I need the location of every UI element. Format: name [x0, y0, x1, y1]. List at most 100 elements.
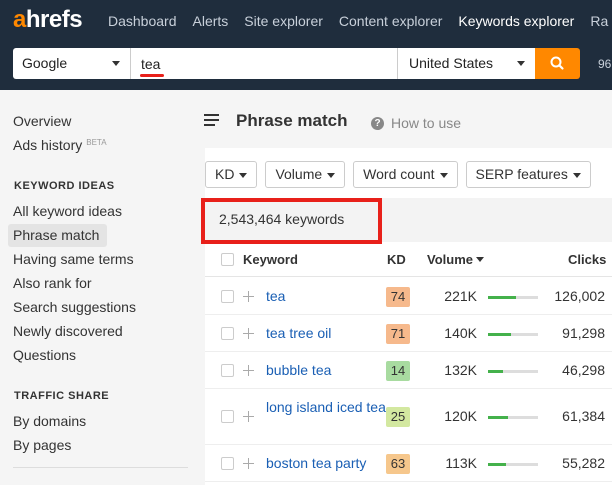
volume-bar — [488, 296, 538, 299]
row-checkbox[interactable] — [221, 290, 234, 303]
kd-badge: 25 — [386, 407, 410, 427]
search-icon — [550, 56, 564, 70]
row-checkbox[interactable] — [221, 410, 234, 423]
keyword-link[interactable]: tea — [266, 287, 386, 305]
how-to-use-link[interactable]: ? How to use — [371, 115, 461, 131]
clicks-value: 61,384 — [562, 408, 605, 424]
volume-bar — [488, 416, 538, 419]
plus-icon[interactable] — [243, 365, 254, 376]
filter-serp-features[interactable]: SERP features — [465, 161, 591, 188]
sidebar-item-having-same-terms[interactable]: Having same terms — [13, 251, 134, 267]
sidebar-item-phrase-match[interactable]: Phrase match — [13, 227, 99, 243]
search-button[interactable] — [535, 48, 580, 79]
nav-keywords-explorer[interactable]: Keywords explorer — [458, 13, 574, 29]
nav-dashboard[interactable]: Dashboard — [108, 13, 177, 29]
volume-bar-fill — [488, 333, 511, 336]
kd-badge: 71 — [386, 324, 410, 344]
volume-bar — [488, 333, 538, 336]
volume-value: 113K — [445, 455, 477, 471]
sidebar-item-all-keyword-ideas[interactable]: All keyword ideas — [13, 203, 122, 219]
column-volume-label: Volume — [427, 252, 473, 267]
country-select[interactable]: United States — [398, 48, 535, 79]
kd-badge: 14 — [386, 361, 410, 381]
plus-icon[interactable] — [243, 411, 254, 422]
country-value: United States — [409, 55, 494, 71]
table-row: bubble tea 14 132K 46,298 — [205, 352, 612, 389]
volume-bar — [488, 370, 538, 373]
sidebar: Overview Ads history BETA KEYWORD IDEAS A… — [0, 90, 189, 485]
nav-site-explorer[interactable]: Site explorer — [244, 13, 323, 29]
table-row: tea 74 221K 126,002 — [205, 278, 612, 315]
filter-label: Volume — [275, 166, 323, 182]
sidebar-item-ads-history[interactable]: Ads history BETA — [13, 137, 107, 153]
filter-label: Word count — [363, 166, 435, 182]
select-all-checkbox[interactable] — [221, 253, 234, 266]
sidebar-item-label: Ads history — [13, 137, 83, 153]
nav-rank-tracker[interactable]: Ra — [590, 13, 608, 29]
chevron-down-icon — [517, 61, 525, 66]
volume-bar-fill — [488, 416, 508, 419]
search-engine-select[interactable]: Google — [13, 48, 131, 79]
sidebar-item-overview[interactable]: Overview — [13, 113, 71, 129]
sidebar-item-by-domains[interactable]: By domains — [13, 413, 86, 429]
keyword-input[interactable] — [131, 48, 397, 79]
clicks-value: 55,282 — [562, 455, 605, 471]
clicks-value: 91,298 — [562, 325, 605, 341]
plus-icon[interactable] — [243, 291, 254, 302]
volume-bar-fill — [488, 370, 503, 373]
plus-icon[interactable] — [243, 458, 254, 469]
row-checkbox[interactable] — [221, 327, 234, 340]
page-title: Phrase match — [236, 111, 348, 130]
clicks-value: 46,298 — [562, 362, 605, 378]
filter-label: SERP features — [475, 166, 568, 182]
keyword-link[interactable]: bubble tea — [266, 361, 386, 379]
chevron-down-icon — [572, 173, 581, 178]
credits-counter: 96 — [598, 57, 612, 71]
sidebar-item-questions[interactable]: Questions — [13, 347, 76, 363]
kd-badge: 63 — [386, 454, 410, 474]
filter-bar: KD Volume Word count SERP features — [205, 161, 599, 188]
beta-badge: BETA — [86, 138, 107, 147]
keyword-ideas-heading: KEYWORD IDEAS — [14, 180, 115, 192]
ahrefs-logo[interactable]: ahrefs — [13, 6, 83, 34]
column-clicks[interactable]: Clicks — [568, 252, 606, 267]
volume-value: 140K — [444, 325, 477, 341]
keyword-link[interactable]: tea tree oil — [266, 324, 386, 342]
keyword-link[interactable]: long island iced tea — [266, 398, 386, 416]
table-row: long island iced tea 25 120K 61,384 — [205, 389, 612, 445]
volume-bar-fill — [488, 463, 506, 466]
volume-bar — [488, 463, 538, 466]
sort-desc-icon — [476, 257, 484, 262]
filter-volume[interactable]: Volume — [265, 161, 346, 188]
volume-value: 221K — [444, 288, 477, 304]
nav-alerts[interactable]: Alerts — [193, 13, 229, 29]
sidebar-item-by-pages[interactable]: By pages — [13, 437, 71, 453]
filter-word-count[interactable]: Word count — [353, 161, 458, 188]
plus-icon[interactable] — [243, 328, 254, 339]
chevron-down-icon — [239, 173, 248, 178]
filter-kd[interactable]: KD — [205, 161, 258, 188]
sidebar-divider — [13, 467, 188, 468]
table-row: boston tea party 63 113K 55,282 — [205, 445, 612, 482]
table-header: Keyword KD Volume Clicks — [205, 243, 612, 277]
sidebar-item-also-rank-for[interactable]: Also rank for — [13, 275, 92, 291]
column-volume[interactable]: Volume — [427, 252, 484, 267]
spellcheck-underline — [140, 74, 164, 77]
sidebar-item-newly-discovered[interactable]: Newly discovered — [13, 323, 123, 339]
column-keyword[interactable]: Keyword — [243, 252, 298, 267]
volume-value: 132K — [444, 362, 477, 378]
row-checkbox[interactable] — [221, 457, 234, 470]
how-to-use-label: How to use — [391, 115, 462, 131]
column-kd[interactable]: KD — [387, 252, 406, 267]
keyword-query-field[interactable] — [131, 48, 398, 79]
volume-value: 120K — [444, 408, 477, 424]
keyword-link[interactable]: boston tea party — [266, 454, 386, 472]
menu-icon[interactable] — [204, 114, 219, 126]
traffic-share-heading: TRAFFIC SHARE — [14, 390, 110, 402]
nav-content-explorer[interactable]: Content explorer — [339, 13, 443, 29]
sidebar-item-search-suggestions[interactable]: Search suggestions — [13, 299, 136, 315]
filter-label: KD — [215, 166, 235, 182]
main-content: Phrase match ? How to use KD Volume Word… — [189, 90, 612, 485]
main-nav: Dashboard Alerts Site explorer Content e… — [108, 13, 612, 29]
row-checkbox[interactable] — [221, 364, 234, 377]
